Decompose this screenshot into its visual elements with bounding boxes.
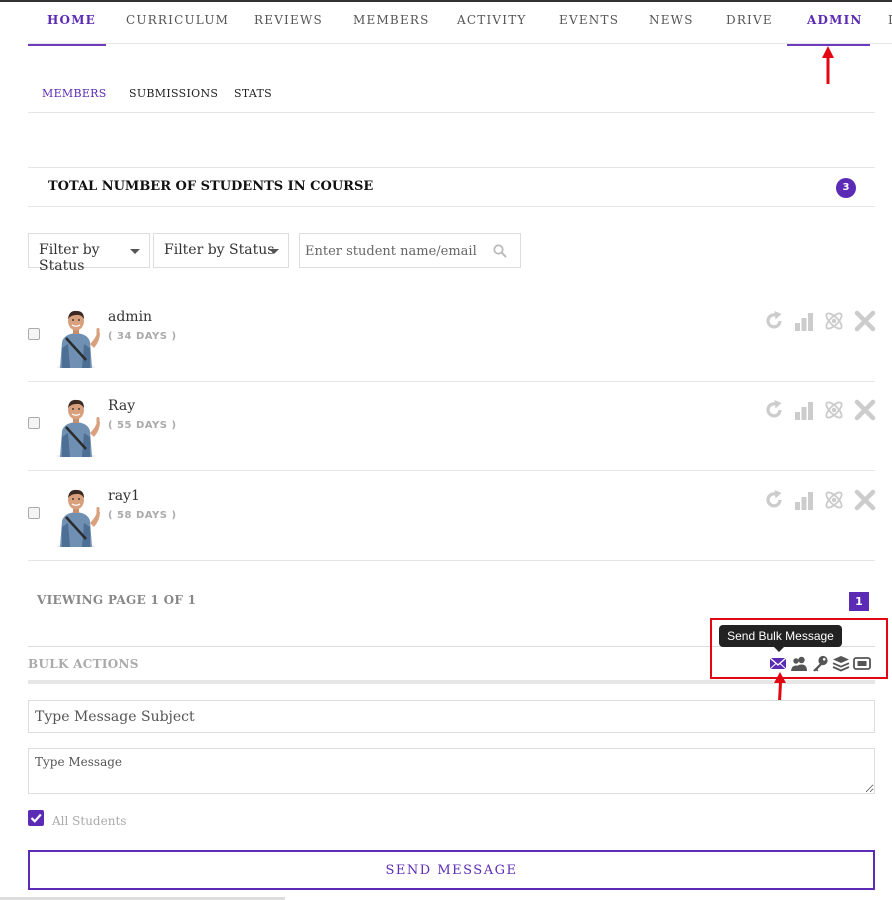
all-students-label: All Students — [52, 814, 127, 828]
nav-events[interactable]: EVENTS — [559, 2, 619, 44]
atom-icon[interactable] — [823, 399, 845, 421]
nav-curriculum[interactable]: CURRICULUM — [126, 2, 229, 44]
atom-icon[interactable] — [823, 489, 845, 511]
member-name[interactable]: Ray — [108, 398, 135, 414]
stats-bars-icon[interactable] — [793, 489, 815, 511]
member-days: ( 34 DAYS ) — [108, 331, 177, 342]
member-select-checkbox[interactable] — [28, 507, 40, 519]
all-students-checkbox[interactable] — [28, 810, 44, 826]
member-select-checkbox[interactable] — [28, 417, 40, 429]
member-name[interactable]: ray1 — [108, 488, 140, 504]
reset-icon[interactable] — [763, 489, 785, 511]
nav-overflow-glyph: I — [888, 13, 892, 27]
total-students-row: TOTAL NUMBER OF STUDENTS IN COURSE 3 — [28, 167, 875, 207]
atom-icon[interactable] — [823, 310, 845, 332]
status-filter-2[interactable]: Filter by Status — [153, 233, 289, 268]
bulk-actions-bar — [28, 680, 875, 684]
status-filter-1[interactable]: Filter by Status — [28, 233, 150, 274]
send-message-button[interactable]: SEND MESSAGE — [28, 850, 875, 890]
nav-drive[interactable]: DRIVE — [726, 2, 773, 44]
search-icon[interactable] — [493, 244, 507, 258]
nav-news[interactable]: NEWS — [649, 2, 694, 44]
message-subject-input[interactable] — [28, 700, 875, 733]
remove-x-icon[interactable] — [854, 489, 876, 511]
avatar[interactable] — [48, 308, 104, 368]
nav-members[interactable]: MEMBERS — [353, 2, 430, 44]
member-row: ray1 ( 58 DAYS ) — [28, 471, 876, 561]
member-days: ( 55 DAYS ) — [108, 420, 177, 431]
status-filter-1-value: Filter by Status — [39, 242, 100, 274]
chevron-down-icon — [269, 249, 279, 254]
avatar[interactable] — [48, 487, 104, 547]
member-row: Ray ( 55 DAYS ) — [28, 381, 876, 471]
chevron-down-icon — [130, 249, 140, 254]
admin-subnav: MEMBERS SUBMISSIONS STATS — [28, 78, 875, 113]
certificate-icon[interactable] — [853, 655, 871, 672]
users-icon[interactable] — [790, 655, 808, 672]
nav-activity[interactable]: ACTIVITY — [457, 2, 527, 44]
nav-home-underline — [28, 44, 106, 46]
student-count-badge: 3 — [836, 178, 856, 198]
checkmark-icon — [30, 813, 42, 823]
reset-icon[interactable] — [763, 399, 785, 421]
message-body-textarea[interactable] — [28, 748, 875, 794]
subnav-members[interactable]: MEMBERS — [42, 87, 107, 100]
nav-home[interactable]: HOME — [47, 2, 96, 44]
total-students-label: TOTAL NUMBER OF STUDENTS IN COURSE — [48, 179, 374, 194]
student-search — [299, 233, 521, 268]
member-days: ( 58 DAYS ) — [108, 510, 177, 521]
reset-icon[interactable] — [763, 310, 785, 332]
stats-bars-icon[interactable] — [793, 399, 815, 421]
subnav-submissions[interactable]: SUBMISSIONS — [129, 87, 218, 100]
layers-icon[interactable] — [832, 655, 850, 672]
course-nav: HOME CURRICULUM REVIEWS MEMBERS ACTIVITY… — [28, 2, 892, 46]
status-filter-2-value: Filter by Status — [164, 242, 275, 258]
subnav-stats[interactable]: STATS — [234, 87, 272, 100]
pagination-status: VIEWING PAGE 1 OF 1 — [37, 593, 197, 607]
member-select-checkbox[interactable] — [28, 328, 40, 340]
page-number-button[interactable]: 1 — [849, 592, 869, 611]
member-row: admin ( 34 DAYS ) — [28, 292, 876, 382]
remove-x-icon[interactable] — [854, 399, 876, 421]
nav-reviews[interactable]: REVIEWS — [254, 2, 323, 44]
member-name[interactable]: admin — [108, 309, 152, 325]
student-search-input[interactable] — [305, 240, 485, 262]
envelope-icon[interactable] — [769, 655, 787, 672]
avatar[interactable] — [48, 397, 104, 457]
nav-admin[interactable]: ADMIN — [807, 2, 863, 44]
key-icon[interactable] — [811, 655, 829, 672]
remove-x-icon[interactable] — [854, 310, 876, 332]
send-bulk-message-tooltip: Send Bulk Message — [719, 625, 842, 652]
bulk-actions-label: BULK ACTIONS — [28, 657, 139, 671]
stats-bars-icon[interactable] — [793, 310, 815, 332]
